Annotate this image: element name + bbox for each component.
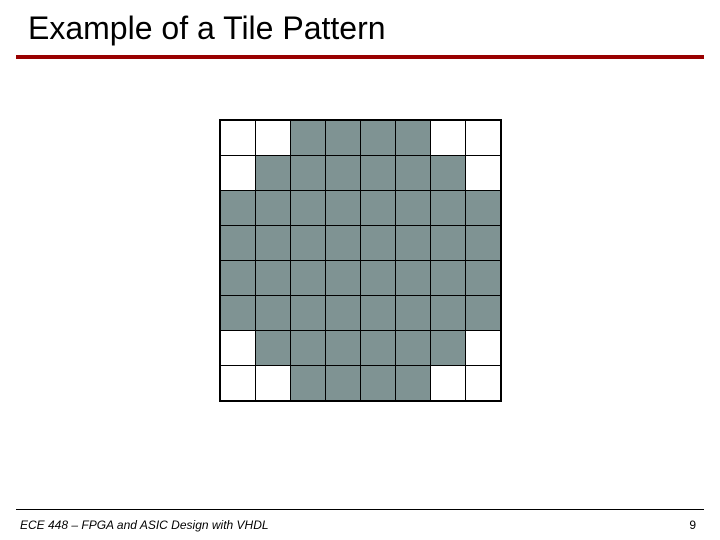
tile-cell bbox=[256, 261, 290, 295]
tile-cell bbox=[361, 296, 395, 330]
tile-cell bbox=[256, 121, 290, 155]
slide-title: Example of a Tile Pattern bbox=[0, 0, 720, 55]
tile-cell bbox=[256, 156, 290, 190]
tile-cell bbox=[361, 261, 395, 295]
tile-cell bbox=[396, 331, 430, 365]
tile-cell bbox=[466, 261, 500, 295]
tile-cell bbox=[466, 296, 500, 330]
tile-cell bbox=[361, 121, 395, 155]
page-number: 9 bbox=[689, 518, 696, 532]
footer-text: ECE 448 – FPGA and ASIC Design with VHDL bbox=[20, 518, 269, 532]
footer-divider bbox=[16, 509, 704, 510]
tile-cell bbox=[291, 261, 325, 295]
tile-cell bbox=[466, 366, 500, 400]
tile-cell bbox=[431, 261, 465, 295]
tile-cell bbox=[221, 226, 255, 260]
tile-cell bbox=[466, 331, 500, 365]
tile-cell bbox=[396, 226, 430, 260]
tile-cell bbox=[361, 191, 395, 225]
content-area bbox=[0, 59, 720, 402]
tile-cell bbox=[291, 296, 325, 330]
tile-cell bbox=[361, 156, 395, 190]
tile-cell bbox=[221, 156, 255, 190]
tile-cell bbox=[221, 121, 255, 155]
tile-cell bbox=[431, 191, 465, 225]
tile-cell bbox=[326, 296, 360, 330]
tile-cell bbox=[221, 366, 255, 400]
tile-cell bbox=[466, 191, 500, 225]
tile-pattern-grid bbox=[219, 119, 502, 402]
tile-cell bbox=[396, 121, 430, 155]
tile-cell bbox=[466, 226, 500, 260]
tile-cell bbox=[291, 156, 325, 190]
tile-cell bbox=[396, 156, 430, 190]
tile-cell bbox=[326, 156, 360, 190]
tile-cell bbox=[256, 296, 290, 330]
tile-cell bbox=[256, 331, 290, 365]
tile-cell bbox=[431, 296, 465, 330]
tile-cell bbox=[396, 296, 430, 330]
tile-cell bbox=[291, 121, 325, 155]
tile-cell bbox=[466, 156, 500, 190]
tile-cell bbox=[256, 226, 290, 260]
tile-cell bbox=[326, 331, 360, 365]
tile-cell bbox=[291, 226, 325, 260]
tile-cell bbox=[431, 121, 465, 155]
tile-cell bbox=[326, 121, 360, 155]
tile-cell bbox=[326, 191, 360, 225]
tile-cell bbox=[361, 226, 395, 260]
tile-cell bbox=[221, 191, 255, 225]
tile-cell bbox=[361, 331, 395, 365]
tile-cell bbox=[431, 226, 465, 260]
tile-cell bbox=[466, 121, 500, 155]
tile-cell bbox=[291, 366, 325, 400]
tile-cell bbox=[396, 191, 430, 225]
tile-cell bbox=[431, 366, 465, 400]
tile-cell bbox=[256, 191, 290, 225]
tile-cell bbox=[291, 331, 325, 365]
tile-cell bbox=[361, 366, 395, 400]
tile-cell bbox=[221, 261, 255, 295]
tile-cell bbox=[396, 366, 430, 400]
tile-cell bbox=[221, 331, 255, 365]
tile-cell bbox=[221, 296, 255, 330]
tile-cell bbox=[431, 331, 465, 365]
tile-cell bbox=[326, 366, 360, 400]
tile-cell bbox=[326, 261, 360, 295]
tile-cell bbox=[431, 156, 465, 190]
tile-cell bbox=[291, 191, 325, 225]
tile-cell bbox=[396, 261, 430, 295]
tile-cell bbox=[256, 366, 290, 400]
tile-cell bbox=[326, 226, 360, 260]
